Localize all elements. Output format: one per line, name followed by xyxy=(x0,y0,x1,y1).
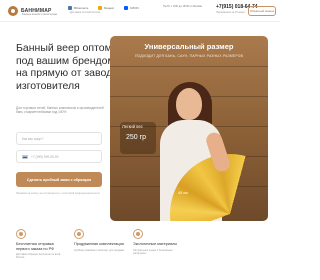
feature-text: Удобная упаковка и комплект для продажи xyxy=(74,248,125,252)
phone-input[interactable]: +7 (999) 999-99-99 xyxy=(16,150,102,163)
russia-flag-icon xyxy=(22,154,28,159)
name-input-placeholder: Как вас зовут? xyxy=(22,136,44,141)
site-header: БАННИМАР Банные веники и аксессуары ВКон… xyxy=(0,0,280,22)
leaf-icon xyxy=(133,229,143,239)
social-link-vk[interactable]: ВКонтакте xyxy=(68,6,88,10)
marketplace-link-ozon[interactable]: OZON xyxy=(124,6,139,10)
product-photo: Универсальный размер ПОДХОДИТ ДЛЯ БАНЬ, … xyxy=(110,36,268,221)
package-icon xyxy=(74,229,84,239)
callback-button[interactable]: Обратный звонок xyxy=(248,6,276,16)
feature-eco-materials: Экологичные материалы Натуральное сырьё … xyxy=(133,229,183,255)
model-face xyxy=(176,88,202,120)
yandex-icon xyxy=(98,6,102,10)
feature-title: Продуманная комплектация xyxy=(74,242,124,246)
submit-order-button[interactable]: Сделать пробный заказ с образцом xyxy=(16,172,102,187)
feature-free-shipping: Бесплатная отправка первого заказа по РФ… xyxy=(16,229,66,260)
delivery-icon xyxy=(16,229,26,239)
callback-hint: Перезвоним за 15 минут xyxy=(216,11,246,14)
hero-description: Для торговых сетей, банных комплексов и … xyxy=(16,106,104,115)
weight-value: 250 гр xyxy=(126,134,147,141)
vk-icon xyxy=(68,6,72,10)
delivery-info: Доставка по всей России xyxy=(70,11,101,14)
marketplace-link-yandex[interactable]: Яндекс xyxy=(98,6,114,10)
image-subheading: ПОДХОДИТ ДЛЯ БАНЬ, САУН, ПАРНЫХ РАЗНЫХ Р… xyxy=(134,54,244,58)
working-hours: Пн-Пт с 9:00 до 18:00 по Москве xyxy=(163,5,203,8)
feature-title: Бесплатная отправка первого заказа по РФ xyxy=(16,242,55,251)
feature-text: Натуральное сырьё и безопасные материалы xyxy=(133,248,173,255)
ozon-icon xyxy=(124,6,128,10)
name-input[interactable]: Как вас зовут? xyxy=(16,132,102,145)
image-heading: Универсальный размер xyxy=(144,42,234,51)
weight-label: Легкий вес xyxy=(122,124,143,129)
fan-size-label: 45 см xyxy=(178,191,188,195)
logo-subtitle: Банные веники и аксессуары xyxy=(22,13,58,16)
phone-input-placeholder: +7 (999) 999-99-99 xyxy=(31,154,59,159)
feature-text: Доставим образцы бесплатно по всей Росси… xyxy=(16,253,61,260)
feature-packaging: Продуманная комплектация Удобная упаковк… xyxy=(74,229,124,252)
logo-mark-icon xyxy=(8,6,18,16)
consent-text: Нажимая на кнопку, вы соглашаетесь с пол… xyxy=(16,192,101,195)
feature-title: Экологичные материалы xyxy=(133,242,178,246)
